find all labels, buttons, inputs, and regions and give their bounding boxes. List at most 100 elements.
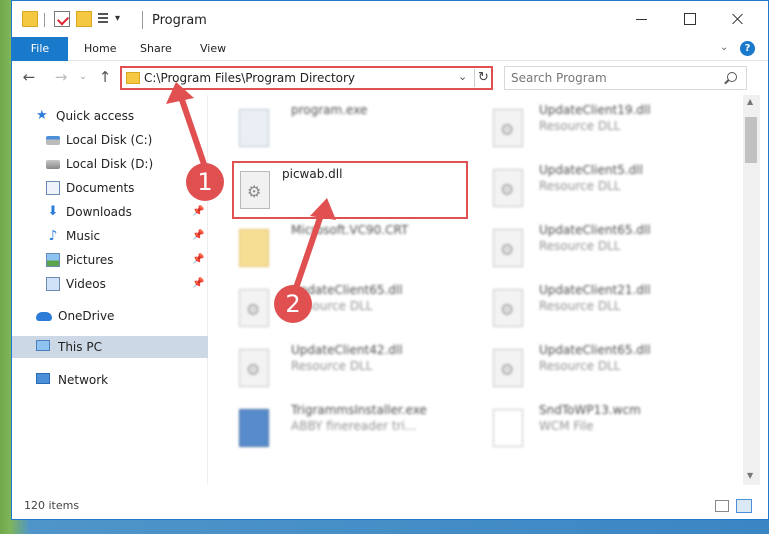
sidebar-item-local-disk-d[interactable]: Local Disk (D:) — [12, 153, 208, 175]
sidebar-item-documents[interactable]: Documents — [12, 177, 208, 199]
file-tile-updateclient65-dll[interactable]: UpdateClient65.dll Resource DLL — [459, 341, 689, 397]
file-type: Resource DLL — [539, 119, 621, 133]
help-icon[interactable]: ? — [740, 41, 755, 56]
scroll-down-icon[interactable]: ▼ — [747, 471, 753, 480]
search-input[interactable] — [511, 69, 711, 87]
recent-locations-icon[interactable]: ⌄ — [74, 68, 92, 86]
forward-button[interactable]: → — [52, 68, 70, 86]
close-button[interactable] — [728, 9, 748, 29]
details-view-icon[interactable] — [715, 500, 729, 512]
dll-file-icon — [493, 109, 523, 147]
file-tile-microsoft-vc90-crt[interactable]: Microsoft.VC90.CRT — [209, 221, 439, 277]
dll-file-icon — [240, 171, 270, 209]
disk-icon — [46, 160, 60, 169]
file-name: UpdateClient42.dll — [291, 343, 403, 357]
navigation-pane: ★ Quick access Local Disk (C:) Local Dis… — [12, 95, 208, 485]
file-tile-picwab-dll[interactable]: picwab.dll — [232, 161, 468, 219]
sidebar-item-this-pc[interactable]: This PC — [12, 336, 208, 358]
back-button[interactable]: ← — [20, 68, 38, 86]
pin-icon[interactable]: 📌 — [192, 249, 204, 271]
sidebar-item-onedrive[interactable]: OneDrive — [12, 305, 208, 327]
refresh-button[interactable]: ↻ — [474, 69, 492, 87]
file-type: Resource DLL — [539, 299, 621, 313]
file-name: UpdateClient21.dll — [539, 283, 651, 297]
navigation-bar: ← → ⌄ ↑ C:\Program Files\Program Directo… — [12, 62, 768, 94]
pin-icon[interactable]: 📌 — [192, 273, 204, 295]
cloud-icon — [36, 312, 52, 321]
file-tile-updateclient65-dll[interactable]: UpdateClient65.dll Resource DLL — [209, 281, 439, 337]
address-path[interactable]: C:\Program Files\Program Directory — [144, 71, 355, 85]
star-icon: ★ — [36, 108, 48, 123]
file-name: picwab.dll — [282, 167, 343, 181]
view-options-icon[interactable] — [98, 11, 114, 27]
exe-file-icon — [239, 109, 269, 147]
folder-icon — [22, 11, 38, 27]
file-tile-program-exe[interactable]: program.exe — [209, 101, 439, 157]
file-tile-updateclient19-dll[interactable]: UpdateClient19.dll Resource DLL — [459, 101, 689, 157]
tab-file[interactable]: File — [12, 37, 68, 61]
network-icon — [36, 373, 50, 384]
sidebar-item-label: Network — [58, 373, 109, 387]
maximize-button[interactable] — [680, 9, 700, 29]
new-folder-icon[interactable] — [76, 11, 92, 27]
sidebar-item-label: Downloads — [66, 205, 132, 219]
pictures-icon — [46, 253, 60, 267]
file-tile-trigrammsinstaller-exe[interactable]: TrigrammsInstaller.exe ABBY finereader t… — [209, 401, 439, 457]
file-type: Resource DLL — [291, 359, 373, 373]
vertical-scrollbar[interactable]: ▲ ▼ — [743, 95, 760, 485]
sidebar-item-label: Local Disk (D:) — [66, 157, 154, 171]
file-tile-updateclient65-dll[interactable]: UpdateClient65.dll Resource DLL — [459, 221, 689, 277]
sidebar-item-label: Pictures — [66, 253, 114, 267]
window-title: Program — [152, 13, 207, 28]
sidebar-item-label: Quick access — [56, 109, 135, 123]
file-name: UpdateClient19.dll — [539, 103, 651, 117]
sidebar-item-label: Videos — [66, 277, 106, 291]
sidebar-item-label: Music — [66, 229, 101, 243]
file-tile-updateclient5-dll[interactable]: UpdateClient5.dll Resource DLL — [459, 161, 689, 217]
file-type: WCM File — [539, 419, 594, 433]
sidebar-item-label: This PC — [58, 340, 102, 354]
file-name: program.exe — [291, 103, 368, 117]
file-explorer-window: ▾ Program File Home Share View ⌄ ? ← → ⌄… — [11, 0, 769, 520]
scroll-thumb[interactable] — [745, 117, 757, 163]
quick-access-dropdown-icon[interactable]: ▾ — [115, 13, 120, 24]
title-bar: ▾ Program — [12, 1, 768, 39]
scroll-up-icon[interactable]: ▲ — [747, 97, 753, 106]
minimize-button[interactable] — [632, 9, 652, 29]
tab-home[interactable]: Home — [70, 37, 130, 61]
tiles-view-icon[interactable] — [736, 499, 752, 513]
sidebar-item-label: Documents — [66, 181, 135, 195]
file-tile-updateclient42-dll[interactable]: UpdateClient42.dll Resource DLL — [209, 341, 439, 397]
search-icon[interactable] — [727, 72, 737, 82]
folder-icon — [239, 229, 269, 267]
properties-icon[interactable] — [54, 11, 70, 27]
file-tile-updateclient21-dll[interactable]: UpdateClient21.dll Resource DLL — [459, 281, 689, 337]
search-box[interactable] — [504, 66, 747, 90]
file-name: Microsoft.VC90.CRT — [291, 223, 409, 237]
dll-file-icon — [493, 349, 523, 387]
sidebar-item-downloads[interactable]: ⬇ Downloads 📌 — [12, 201, 208, 223]
up-button[interactable]: ↑ — [96, 68, 114, 86]
file-type: ABBY finereader tri... — [291, 419, 417, 433]
address-bar[interactable]: C:\Program Files\Program Directory ⌄ ↻ — [120, 66, 493, 90]
sidebar-item-quick-access[interactable]: ★ Quick access — [12, 105, 208, 127]
chevron-down-icon[interactable]: ⌄ — [458, 70, 467, 83]
divider — [142, 11, 143, 29]
sidebar-item-label: OneDrive — [58, 309, 115, 323]
pin-icon[interactable]: 📌 — [192, 225, 204, 247]
sidebar-item-music[interactable]: ♪ Music 📌 — [12, 225, 208, 247]
folder-icon — [126, 72, 140, 84]
divider — [44, 13, 45, 27]
sidebar-item-local-disk-c[interactable]: Local Disk (C:) — [12, 129, 208, 151]
step-marker-2: 2 — [274, 285, 312, 323]
file-name: UpdateClient65.dll — [539, 343, 651, 357]
sidebar-item-network[interactable]: Network — [12, 369, 208, 391]
sidebar-item-pictures[interactable]: Pictures 📌 — [12, 249, 208, 271]
tab-view[interactable]: View — [186, 37, 240, 61]
expand-ribbon-icon[interactable]: ⌄ — [720, 42, 728, 53]
file-tile-sndtowp13-wcm[interactable]: SndToWP13.wcm WCM File — [459, 401, 689, 457]
tab-share[interactable]: Share — [126, 37, 186, 61]
pin-icon[interactable]: 📌 — [192, 201, 204, 223]
sidebar-item-videos[interactable]: Videos 📌 — [12, 273, 208, 295]
disk-icon — [46, 136, 60, 145]
